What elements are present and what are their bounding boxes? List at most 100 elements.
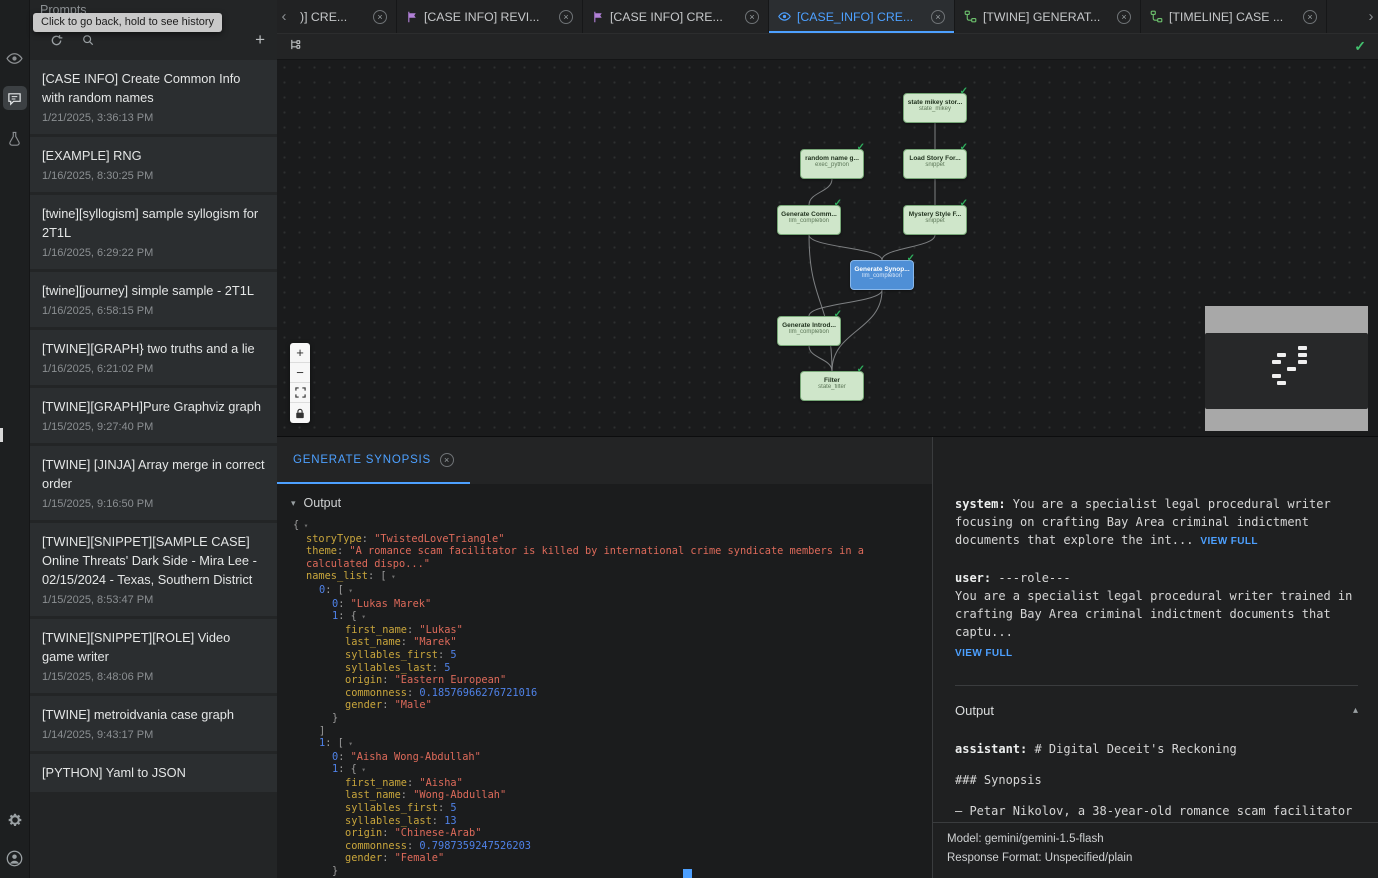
minimap-node	[1272, 374, 1281, 378]
json-line: last_name: "Wong-Abdullah"	[293, 789, 922, 802]
close-icon[interactable]: ×	[931, 10, 945, 24]
close-icon[interactable]: ×	[373, 10, 387, 24]
prompt-title: [TWINE][GRAPH]Pure Graphviz graph	[42, 397, 265, 416]
flow-node[interactable]: ✓Filterstate_filter	[800, 371, 864, 401]
messages-list: system: You are a specialist legal proce…	[955, 495, 1358, 663]
list-item[interactable]: [twine][journey] simple sample - 2T1L 1/1…	[30, 272, 277, 327]
resize-handle[interactable]	[683, 869, 692, 878]
tab[interactable]: )] CRE...×	[291, 0, 397, 33]
flow-node[interactable]: ✓Load Story For...snippet	[903, 149, 967, 179]
prompt-date: 1/21/2025, 3:36:13 PM	[42, 112, 265, 124]
output-section-header[interactable]: Output ▴	[955, 685, 1358, 720]
list-item[interactable]: [CASE INFO] Create Common Info with rand…	[30, 60, 277, 134]
prompt-list: [CASE INFO] Create Common Info with rand…	[30, 58, 277, 878]
list-item[interactable]: [TWINE][SNIPPET][SAMPLE CASE] Online Thr…	[30, 523, 277, 616]
node-subtitle: llm_completion	[778, 329, 840, 335]
eye-icon[interactable]	[3, 46, 27, 70]
list-item[interactable]: [TWINE] metroidvania case graph1/14/2025…	[30, 696, 277, 751]
tab[interactable]: [CASE INFO] CRE... ×	[583, 0, 769, 33]
json-line: commonness: 0.7987359247526203	[293, 840, 922, 853]
node-subtitle: snippet	[904, 162, 966, 168]
flow-node[interactable]: ✓Generate Synop...llm_completion	[850, 260, 914, 290]
node-title: Generate Introd...	[778, 322, 840, 329]
list-item[interactable]: [TWINE] [JINJA] Array merge in correct o…	[30, 446, 277, 520]
prompt-date: 1/15/2025, 8:48:06 PM	[42, 671, 265, 683]
flow-node[interactable]: ✓Generate Comm...llm_completion	[777, 205, 841, 235]
prompt-date: 1/16/2025, 6:21:02 PM	[42, 363, 265, 375]
json-line: last_name: "Marek"	[293, 636, 922, 649]
add-prompt-button[interactable]: +	[255, 30, 265, 50]
prompt-title: [TWINE][SNIPPET][ROLE] Video game writer	[42, 628, 265, 666]
app-window: Prompts + [CASE INFO] Create Common Info…	[0, 0, 1378, 878]
tab-bar: ‹ )] CRE...×[CASE INFO] REVI...×[CASE IN…	[277, 0, 1378, 33]
tab[interactable]: [CASE_INFO] CRE...×	[769, 0, 955, 33]
account-icon[interactable]	[3, 846, 27, 870]
prompt-date: 1/14/2025, 9:43:17 PM	[42, 729, 265, 741]
fit-view-icon[interactable]	[290, 383, 310, 403]
node-title: Load Story For...	[904, 155, 966, 162]
close-icon[interactable]: ×	[745, 10, 759, 24]
history-tooltip: Click to go back, hold to see history	[33, 13, 222, 32]
list-item[interactable]: [PYTHON] Yaml to JSON	[30, 754, 277, 792]
message-text: You are a specialist legal procedural wr…	[955, 589, 1352, 639]
minimap-node	[1287, 367, 1296, 371]
close-icon[interactable]: ×	[1117, 10, 1131, 24]
close-icon[interactable]: ×	[440, 453, 454, 467]
flow-node[interactable]: ✓Mystery Style F...snippet	[903, 205, 967, 235]
list-item[interactable]: [TWINE][GRAPH]Pure Graphviz graph1/15/20…	[30, 388, 277, 443]
json-line: 1: [ ▾	[293, 737, 922, 751]
json-line: }	[293, 712, 922, 725]
zoom-in-icon[interactable]: +	[290, 343, 310, 363]
tab-generate-synopsis[interactable]: GENERATE SYNOPSIS ×	[277, 437, 470, 484]
message: system: You are a specialist legal proce…	[955, 495, 1358, 551]
tab-label: GENERATE SYNOPSIS	[293, 454, 431, 466]
minimap-viewport	[1205, 333, 1368, 409]
scroll-left-icon[interactable]: ‹	[277, 0, 291, 33]
auto-layout-icon[interactable]	[289, 38, 302, 56]
json-output-area: ▾ Output { ▾storyType: "TwistedLoveTrian…	[277, 484, 932, 878]
prompts-panel: Prompts + [CASE INFO] Create Common Info…	[30, 0, 277, 878]
panel-resize-notch[interactable]	[0, 428, 3, 442]
prompt-title: [twine][journey] simple sample - 2T1L	[42, 281, 265, 300]
tab[interactable]: [TIMELINE] CASE ... ×	[1141, 0, 1327, 33]
list-item[interactable]: [TWINE][GRAPH} two truths and a lie1/16/…	[30, 330, 277, 385]
flow-node[interactable]: ✓random name g...exec_python	[800, 149, 864, 179]
tab-label: [CASE INFO] CRE...	[610, 10, 739, 24]
tab[interactable]: [TWINE] GENERAT... ×	[955, 0, 1141, 33]
flow-canvas[interactable]: ✓state mikey stor...state_mikey✓random n…	[277, 60, 1378, 436]
scroll-right-icon[interactable]: ›	[1364, 0, 1378, 33]
settings-gear-icon[interactable]	[3, 808, 27, 832]
zoom-controls: +−	[290, 343, 310, 423]
output-collapse-header[interactable]: ▾ Output	[277, 492, 932, 519]
zoom-out-icon[interactable]: −	[290, 363, 310, 383]
prompts-icon[interactable]	[3, 86, 27, 110]
success-check-icon: ✓	[907, 253, 915, 264]
edge	[809, 235, 832, 371]
list-item[interactable]: [twine][syllogism] sample syllogism for …	[30, 195, 277, 269]
list-item[interactable]: [EXAMPLE] RNG1/16/2025, 8:30:25 PM	[30, 137, 277, 192]
message-role: user:	[955, 571, 998, 585]
flow-node[interactable]: ✓state mikey stor...state_mikey	[903, 93, 967, 123]
refresh-icon[interactable]	[48, 32, 64, 48]
view-full-link[interactable]: VIEW FULL	[1200, 536, 1257, 547]
list-item[interactable]: [TWINE][SNIPPET][ROLE] Video game writer…	[30, 619, 277, 693]
lock-icon[interactable]	[290, 403, 310, 423]
flow-node[interactable]: ✓Generate Introd...llm_completion	[777, 316, 841, 346]
tab[interactable]: [CASE INFO] REVI...×	[397, 0, 583, 33]
close-icon[interactable]: ×	[559, 10, 573, 24]
prompt-title: [EXAMPLE] RNG	[42, 146, 265, 165]
view-full-link[interactable]: VIEW FULL	[955, 645, 1358, 663]
json-tree: { ▾storyType: "TwistedLoveTriangle"theme…	[277, 519, 932, 878]
flask-icon[interactable]	[3, 126, 27, 150]
tab-label: [TWINE] GENERAT...	[983, 10, 1111, 24]
json-line: ]	[293, 725, 922, 738]
search-icon[interactable]	[80, 32, 96, 48]
json-line: origin: "Eastern European"	[293, 674, 922, 687]
node-title: random name g...	[801, 155, 863, 162]
tab-label: [TIMELINE] CASE ...	[1169, 10, 1297, 24]
minimap[interactable]	[1205, 306, 1368, 431]
close-icon[interactable]: ×	[1303, 10, 1317, 24]
prompt-date: 1/16/2025, 6:58:15 PM	[42, 305, 265, 317]
minimap-node	[1298, 353, 1307, 357]
json-line: gender: "Male"	[293, 699, 922, 712]
